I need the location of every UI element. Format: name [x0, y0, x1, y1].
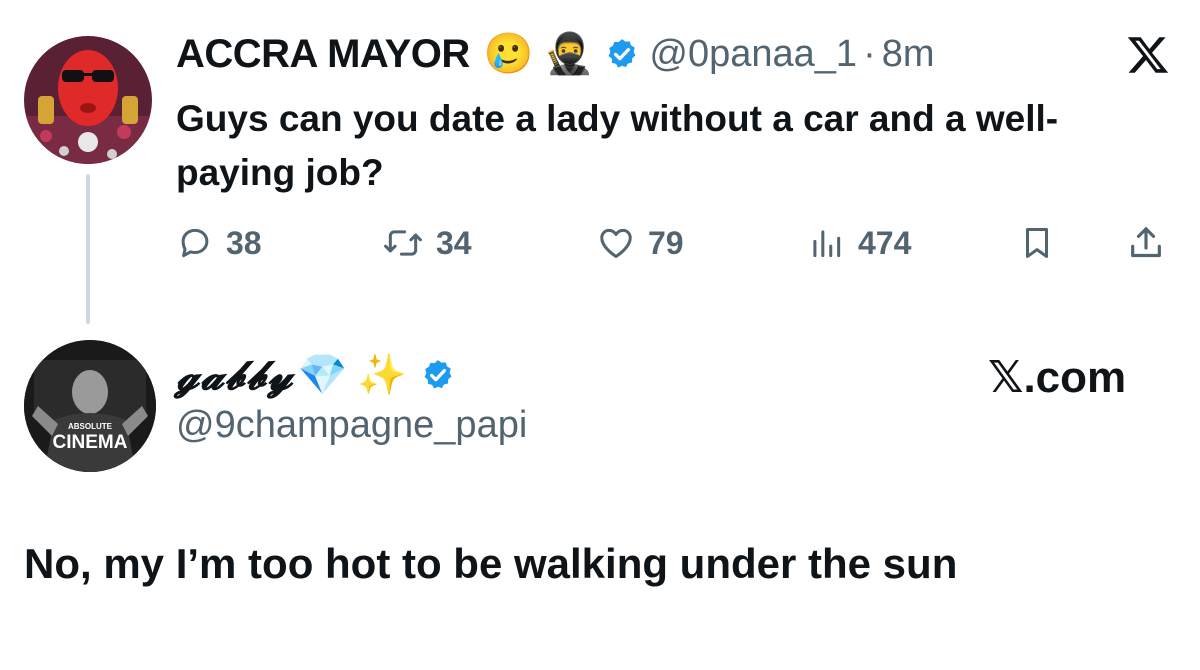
source-label: 𝕏.com	[988, 353, 1127, 402]
reply-author-name[interactable]: 𝓰𝓪𝓫𝓫𝔂	[176, 352, 294, 399]
tweet-text: Guys can you date a lady without a car a…	[176, 98, 1059, 193]
avatar-caption: CINEMA	[53, 432, 128, 453]
author-name[interactable]: ACCRA MAYOR	[176, 32, 470, 77]
views-icon	[813, 230, 841, 258]
avatar-caption-small: ABSOLUTE	[68, 422, 113, 431]
like-icon	[600, 228, 632, 258]
share-button[interactable]	[1126, 218, 1166, 268]
timestamp[interactable]: 8m	[882, 33, 935, 76]
reply-author-handle[interactable]: @9champagne_papi	[176, 404, 527, 447]
reply-author-header: 𝓰𝓪𝓫𝓫𝔂 💎 ✨	[176, 345, 455, 405]
like-button[interactable]: 79	[596, 218, 684, 268]
avatar[interactable]	[24, 36, 152, 164]
author-emoji: ✨	[357, 353, 408, 397]
separator-dot: ·	[863, 32, 876, 75]
author-emoji: 🥲	[483, 32, 534, 76]
views-count: 474	[858, 224, 912, 261]
thread-connector	[86, 174, 90, 324]
tweet-header: ACCRA MAYOR 🥲 🥷 @0panaa_1 · 8m	[176, 28, 935, 80]
views-button[interactable]: 474	[806, 218, 911, 268]
avatar[interactable]: ABSOLUTE CINEMA	[24, 340, 156, 472]
reply-count: 38	[226, 224, 262, 261]
repost-icon	[384, 230, 422, 256]
like-count: 79	[648, 224, 684, 261]
share-icon	[1131, 227, 1161, 258]
tweet-actions: 38 34 79 474	[176, 218, 1176, 268]
repost-button[interactable]: 34	[382, 218, 472, 268]
verified-badge-icon	[421, 358, 455, 392]
bookmark-icon	[1025, 228, 1049, 258]
author-emoji: 🥷	[543, 32, 594, 76]
reply-icon	[181, 228, 209, 258]
verified-badge-icon	[605, 37, 639, 71]
reply-text: No, my I’m too hot to be walking under t…	[24, 540, 958, 587]
author-handle[interactable]: @0panaa_1	[649, 33, 857, 76]
repost-count: 34	[436, 224, 472, 261]
x-logo-icon[interactable]	[1124, 32, 1172, 78]
bookmark-button[interactable]	[1018, 218, 1056, 268]
reply-button[interactable]: 38	[176, 218, 262, 268]
author-emoji: 💎	[297, 353, 348, 397]
